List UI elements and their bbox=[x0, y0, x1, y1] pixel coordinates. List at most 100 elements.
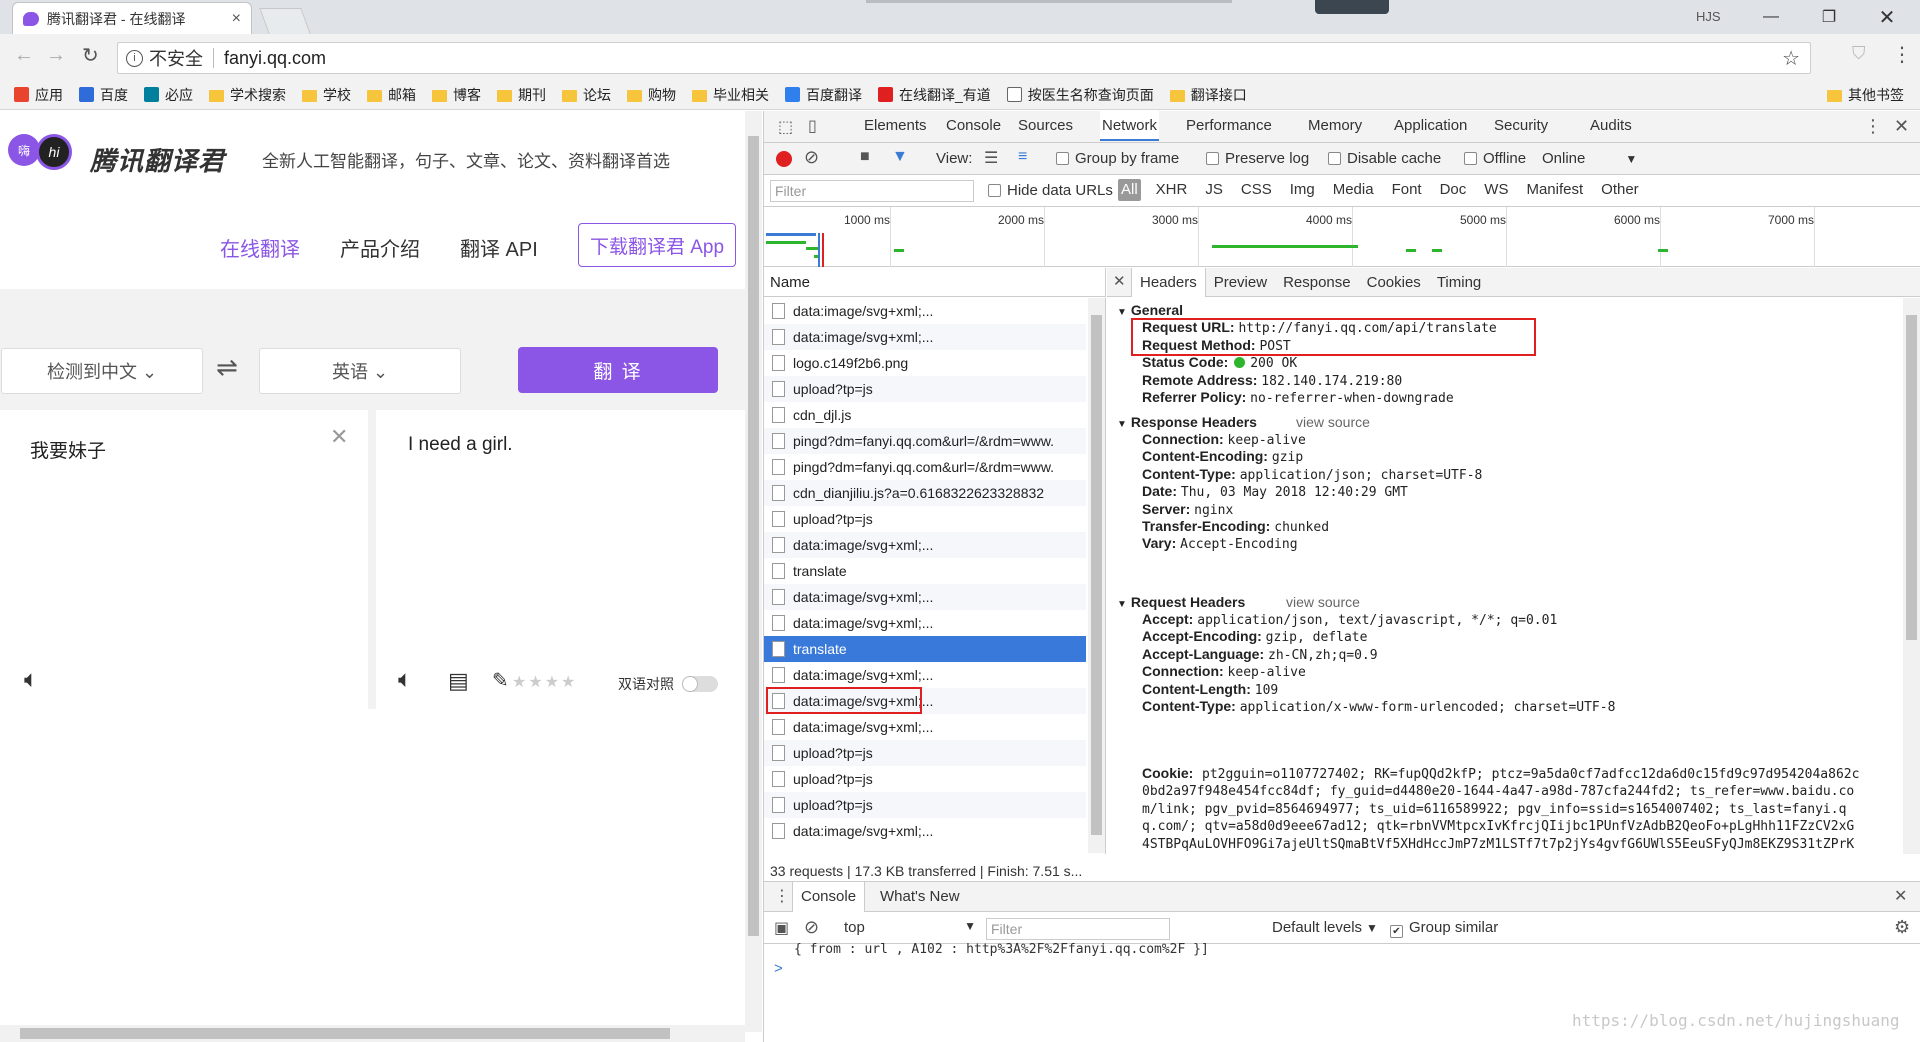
throttling-select[interactable]: Online ▼ bbox=[1542, 150, 1637, 167]
detail-tab-timing[interactable]: Timing bbox=[1429, 268, 1489, 297]
sidebar-toggle-icon[interactable]: ▣ bbox=[774, 918, 789, 938]
bookmark-item[interactable]: 必应 bbox=[144, 85, 193, 105]
bookmark-item[interactable]: 在线翻译_有道 bbox=[878, 85, 991, 105]
target-language-select[interactable]: 英语 ⌄ bbox=[259, 348, 461, 394]
hide-data-urls-checkbox[interactable]: Hide data URLs bbox=[988, 182, 1113, 199]
bookmark-item[interactable]: 邮箱 bbox=[367, 85, 416, 105]
capture-screenshots-icon[interactable]: ■ bbox=[860, 148, 870, 166]
devtools-close-icon[interactable]: ✕ bbox=[1894, 116, 1909, 137]
detail-tab-preview[interactable]: Preview bbox=[1206, 268, 1275, 297]
security-label[interactable]: 不安全 bbox=[149, 45, 203, 71]
restore-icon[interactable]: ❐ bbox=[1806, 0, 1852, 34]
bookmark-item[interactable]: 期刊 bbox=[497, 85, 546, 105]
profile-label[interactable]: HJS bbox=[1696, 9, 1721, 24]
devtools-menu-icon[interactable]: ⋮ bbox=[1864, 116, 1882, 137]
bookmark-item[interactable]: 毕业相关 bbox=[692, 85, 769, 105]
type-filter-doc[interactable]: Doc bbox=[1437, 179, 1470, 201]
devtools-tab-console[interactable]: Console bbox=[946, 111, 1001, 141]
console-filter-input[interactable]: Filter bbox=[986, 918, 1170, 940]
forward-icon[interactable]: → bbox=[46, 44, 66, 67]
group-by-frame-checkbox[interactable]: Group by frame bbox=[1056, 150, 1179, 167]
new-tab-button[interactable] bbox=[259, 8, 311, 34]
console-settings-icon[interactable]: ⚙ bbox=[1894, 917, 1910, 938]
disable-cache-checkbox[interactable]: Disable cache bbox=[1328, 150, 1441, 167]
translate-button[interactable]: 翻 译 bbox=[518, 347, 718, 393]
devtools-tab-application[interactable]: Application bbox=[1394, 111, 1467, 141]
record-icon[interactable] bbox=[776, 151, 792, 167]
detail-tab-cookies[interactable]: Cookies bbox=[1359, 268, 1429, 297]
speaker-icon[interactable]: 🔈︎ bbox=[24, 666, 38, 694]
download-app-button[interactable]: 下载翻译君 App bbox=[578, 223, 736, 267]
bookmark-item[interactable]: 百度翻译 bbox=[785, 85, 862, 105]
request-list-header[interactable]: Name bbox=[764, 268, 1106, 297]
page-horizontal-scrollbar[interactable] bbox=[0, 1025, 745, 1042]
request-headers-title[interactable]: ▼ Request Headers bbox=[1117, 594, 1245, 610]
general-section-title[interactable]: ▼ General bbox=[1117, 302, 1183, 318]
network-overview[interactable]: 1000 ms 2000 ms 3000 ms 4000 ms 5000 ms 6000 … bbox=[764, 207, 1920, 267]
edit-icon[interactable]: ✎ bbox=[492, 668, 509, 693]
device-toolbar-icon[interactable]: ▯ bbox=[808, 116, 817, 136]
type-filter-all[interactable]: All bbox=[1118, 179, 1141, 201]
clear-icon[interactable]: ✕ bbox=[330, 424, 348, 450]
bookmark-item[interactable]: 博客 bbox=[432, 85, 481, 105]
context-select[interactable]: top ▼ bbox=[844, 919, 976, 936]
filter-input[interactable]: Filter bbox=[770, 180, 974, 202]
bookmark-item[interactable]: 翻译接口 bbox=[1169, 85, 1247, 105]
devtools-tab-performance[interactable]: Performance bbox=[1186, 111, 1272, 141]
console-clear-icon[interactable]: ⊘ bbox=[804, 917, 819, 938]
source-text-input[interactable]: 我要妹子 bbox=[30, 436, 106, 463]
waterfall-icon[interactable]: ≡ bbox=[1018, 148, 1027, 166]
devtools-tab-security[interactable]: Security bbox=[1494, 111, 1548, 141]
close-window-icon[interactable]: ✕ bbox=[1864, 0, 1910, 34]
drawer-tab-console[interactable]: Console bbox=[792, 882, 866, 912]
copy-icon[interactable]: ▤ bbox=[448, 668, 469, 694]
bookmark-star-icon[interactable]: ☆ bbox=[1782, 46, 1800, 71]
type-filter-font[interactable]: Font bbox=[1389, 179, 1425, 201]
reload-icon[interactable]: ↻ bbox=[82, 43, 99, 68]
site-logo[interactable]: 嗨 hi bbox=[8, 134, 76, 180]
minimize-icon[interactable]: — bbox=[1748, 0, 1794, 34]
nav-online-translate[interactable]: 在线翻译 bbox=[220, 233, 300, 262]
type-filter-xhr[interactable]: XHR bbox=[1153, 179, 1191, 201]
type-filter-ws[interactable]: WS bbox=[1481, 179, 1511, 201]
drawer-close-icon[interactable]: ✕ bbox=[1894, 886, 1907, 906]
clear-log-icon[interactable]: ⊘ bbox=[804, 147, 819, 168]
type-filter-manifest[interactable]: Manifest bbox=[1523, 179, 1586, 201]
inspect-element-icon[interactable]: ⬚ bbox=[778, 117, 793, 137]
devtools-tab-audits[interactable]: Audits bbox=[1590, 111, 1632, 141]
bookmark-item[interactable]: 学校 bbox=[302, 85, 351, 105]
bilingual-toggle[interactable] bbox=[682, 676, 718, 692]
nav-translate-api[interactable]: 翻译 API bbox=[460, 233, 538, 262]
console-prompt[interactable]: > bbox=[774, 960, 783, 977]
group-similar-checkbox[interactable]: ✔ Group similar bbox=[1390, 919, 1498, 938]
devtools-tab-elements[interactable]: Elements bbox=[864, 111, 927, 141]
other-bookmarks[interactable]: 其他书签 bbox=[1827, 85, 1904, 105]
log-levels-select[interactable]: Default levels ▼ bbox=[1272, 919, 1378, 936]
nav-product-intro[interactable]: 产品介绍 bbox=[340, 233, 420, 262]
devtools-tab-network[interactable]: Network bbox=[1100, 111, 1160, 141]
bookmark-item[interactable]: 按医生名称查询页面 bbox=[1006, 85, 1154, 105]
url-text[interactable]: fanyi.qq.com bbox=[224, 48, 326, 69]
info-icon[interactable]: i bbox=[126, 49, 143, 67]
preserve-log-checkbox[interactable]: Preserve log bbox=[1206, 150, 1309, 167]
detail-tab-response[interactable]: Response bbox=[1275, 268, 1359, 297]
menu-icon[interactable]: ⋮ bbox=[1892, 42, 1912, 67]
browser-tab[interactable]: 腾讯翻译君 - 在线翻译 × bbox=[12, 2, 252, 34]
offline-checkbox[interactable]: Offline bbox=[1464, 150, 1526, 167]
source-language-select[interactable]: 检测到中文 ⌄ bbox=[1, 348, 203, 394]
bookmark-item[interactable]: 论坛 bbox=[562, 85, 611, 105]
type-filter-img[interactable]: Img bbox=[1287, 179, 1318, 201]
detail-tab-headers[interactable]: Headers bbox=[1131, 268, 1206, 297]
response-headers-title[interactable]: ▼ Response Headers bbox=[1117, 414, 1257, 430]
response-view-source-link[interactable]: view source bbox=[1296, 414, 1370, 430]
back-icon[interactable]: ← bbox=[14, 44, 34, 67]
bookmark-item[interactable]: 应用 bbox=[14, 85, 63, 105]
rating-stars[interactable]: ★★★★ bbox=[512, 672, 577, 692]
bookmark-item[interactable]: 学术搜索 bbox=[209, 85, 286, 105]
output-speaker-icon[interactable]: 🔈︎ bbox=[398, 666, 412, 694]
bookmark-item[interactable]: 购物 bbox=[627, 85, 676, 105]
type-filter-css[interactable]: CSS bbox=[1238, 179, 1275, 201]
devtools-tab-sources[interactable]: Sources bbox=[1018, 111, 1073, 141]
type-filter-other[interactable]: Other bbox=[1598, 179, 1642, 201]
bookmark-item[interactable]: 百度 bbox=[79, 85, 128, 105]
